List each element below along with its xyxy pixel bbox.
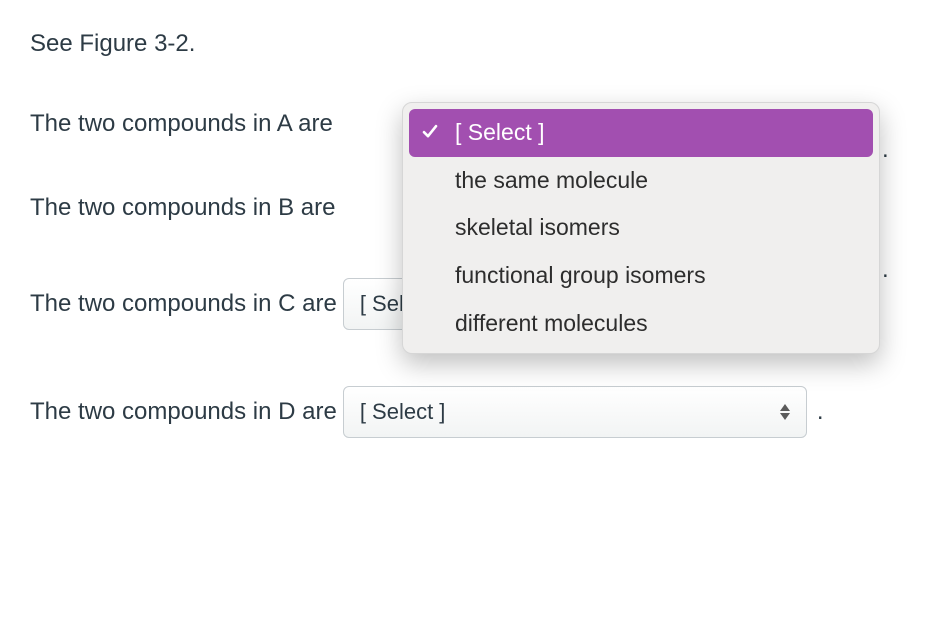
dropdown-option-2-label: functional group isomers bbox=[455, 262, 706, 288]
period-a: . bbox=[882, 136, 889, 164]
check-icon bbox=[421, 115, 439, 151]
period-d: . bbox=[817, 398, 824, 426]
dropdown-option-placeholder[interactable]: [ Select ] bbox=[409, 109, 873, 157]
dropdown-option-0-label: the same molecule bbox=[455, 167, 648, 193]
dropdown-option-3[interactable]: different molecules bbox=[409, 300, 873, 348]
period-b: . bbox=[882, 256, 889, 284]
dropdown-option-1[interactable]: skeletal isomers bbox=[409, 204, 873, 252]
sentence-d: The two compounds in D are bbox=[30, 398, 337, 426]
dropdown-option-placeholder-label: [ Select ] bbox=[455, 119, 544, 145]
dropdown-option-2[interactable]: functional group isomers bbox=[409, 252, 873, 300]
select-a-dropdown[interactable]: [ Select ] the same molecule skeletal is… bbox=[402, 102, 880, 354]
instruction-heading: See Figure 3-2. bbox=[30, 30, 912, 58]
dropdown-option-3-label: different molecules bbox=[455, 310, 648, 336]
sentence-c: The two compounds in C are bbox=[30, 290, 337, 318]
dropdown-option-1-label: skeletal isomers bbox=[455, 214, 620, 240]
select-d-value: [ Select ] bbox=[360, 399, 446, 425]
updown-icon bbox=[776, 402, 794, 422]
dropdown-option-0[interactable]: the same molecule bbox=[409, 157, 873, 205]
sentence-a: The two compounds in A are bbox=[30, 110, 333, 138]
question-row-d: The two compounds in D are [ Select ] . bbox=[30, 386, 912, 438]
sentence-b: The two compounds in B are bbox=[30, 194, 336, 222]
select-d[interactable]: [ Select ] bbox=[343, 386, 807, 438]
